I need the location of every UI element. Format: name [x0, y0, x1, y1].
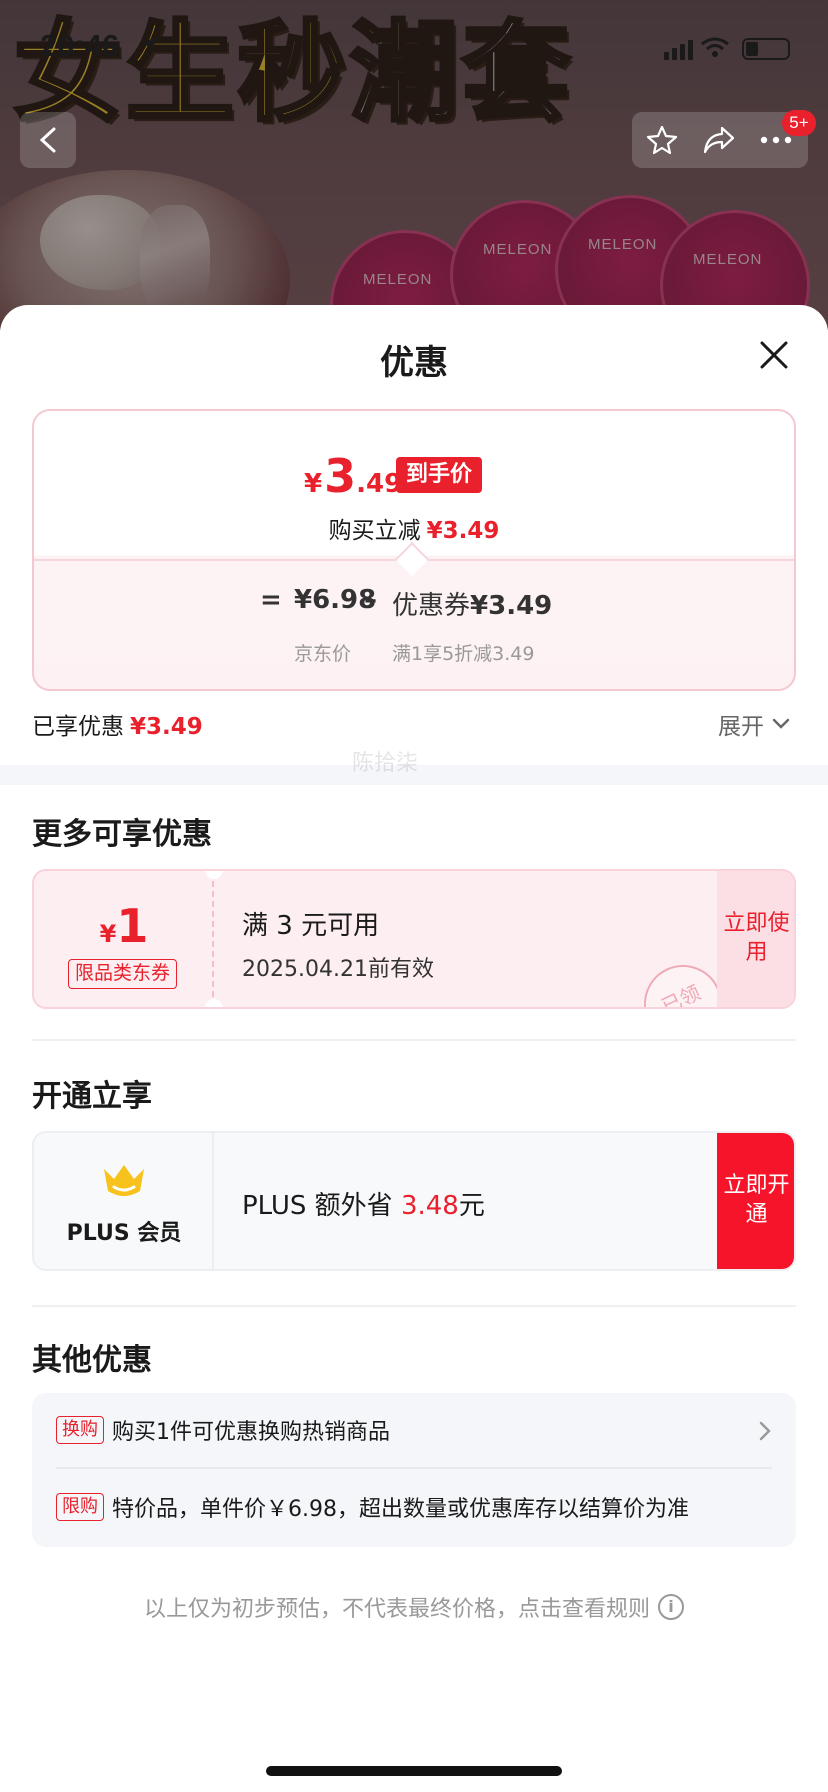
- equals-sign: =: [260, 585, 282, 615]
- coupon-amount: ¥1: [99, 899, 149, 953]
- footnote-text: 以上仅为初步预估，不代表最终价格，点击查看规则: [143, 1597, 650, 1622]
- enjoyed-discount: 已享优惠 ¥3.49: [32, 714, 203, 740]
- status-time: 20:46: [40, 28, 120, 63]
- battery-icon: [742, 38, 790, 60]
- expand-label: 展开: [718, 714, 764, 740]
- sheet-title: 优惠: [380, 343, 448, 383]
- offer-text: 特价品，单件价￥6.98，超出数量或优惠库存以结算价为准: [112, 1497, 689, 1522]
- location-arrow-icon: [140, 36, 158, 54]
- wifi-icon: [701, 37, 729, 57]
- final-price-card: ¥3.49 到手价 购买立减 ¥3.49 = ¥6.98 – 优惠券¥3.49 京…: [32, 409, 796, 691]
- expand-button[interactable]: 展开: [718, 707, 790, 741]
- more-icon[interactable]: [760, 136, 792, 144]
- divider: [32, 1305, 796, 1307]
- crown-icon: [104, 1165, 144, 1196]
- divider-notch: [395, 542, 429, 576]
- final-price-tag: 到手价: [396, 457, 483, 493]
- discount-sheet: 优惠 ¥3.49 到手价 购买立减 ¥3.49 = ¥6.98 – 优惠券¥3.4…: [0, 305, 828, 1792]
- coupon-value-area: ¥1 限品类东券: [34, 871, 214, 1007]
- open-plus-button[interactable]: 立即开通: [717, 1133, 794, 1269]
- plus-badge-area: PLUS 会员: [34, 1133, 214, 1269]
- chevron-down-icon: [772, 718, 790, 729]
- share-icon[interactable]: [702, 124, 736, 156]
- list-item[interactable]: 换购 购买1件可优惠换购热销商品: [56, 1393, 772, 1469]
- divider: [32, 1039, 796, 1041]
- other-offers-title: 其他优惠: [32, 1343, 152, 1378]
- message-count-badge: 5+: [782, 110, 816, 136]
- final-price: ¥3.49: [304, 449, 403, 503]
- back-button[interactable]: [20, 112, 76, 168]
- coupon-cut: [205, 999, 223, 1007]
- close-icon[interactable]: [756, 337, 792, 373]
- coupon-card: ¥1 限品类东券 满 3 元可用 2025.04.21前有效 已领 立即使用: [32, 869, 796, 1009]
- offer-tag: 换购: [56, 1416, 104, 1444]
- jd-price-label: 京东价: [294, 643, 352, 665]
- offer-text: 购买1件可优惠换购热销商品: [112, 1420, 390, 1445]
- plus-savings: PLUS 额外省 3.48元: [242, 1191, 485, 1221]
- price-rules-link[interactable]: 以上仅为初步预估，不代表最终价格，点击查看规则 i: [0, 1591, 828, 1623]
- watermark: 陈拾柒: [352, 751, 419, 776]
- coupon-validity: 2025.04.21前有效: [242, 957, 434, 982]
- coupon-condition: 满 3 元可用: [242, 911, 380, 941]
- status-bar: 20:46: [0, 0, 828, 100]
- back-icon: [39, 127, 56, 153]
- home-indicator[interactable]: [266, 1766, 562, 1776]
- coupon-category: 限品类东券: [68, 959, 178, 989]
- star-icon[interactable]: [646, 124, 678, 156]
- chevron-right-icon: [759, 1421, 771, 1441]
- plus-card: PLUS 会员 PLUS 额外省 3.48元 立即开通: [32, 1131, 796, 1271]
- coupon-desc: 满1享5折减3.49: [392, 643, 535, 665]
- other-offers-list: 换购 购买1件可优惠换购热销商品 限购 特价品，单件价￥6.98，超出数量或优惠…: [32, 1393, 796, 1547]
- more-offers-title: 更多可享优惠: [32, 817, 212, 852]
- offer-tag: 限购: [56, 1493, 104, 1521]
- use-coupon-button[interactable]: 立即使用: [717, 871, 794, 1007]
- list-item: 限购 特价品，单件价￥6.98，超出数量或优惠库存以结算价为准: [56, 1469, 772, 1545]
- info-icon: i: [658, 1594, 684, 1620]
- membership-title: 开通立享: [32, 1079, 152, 1114]
- coupon-deduction: 优惠券¥3.49: [392, 591, 553, 621]
- minus-sign: –: [364, 585, 377, 615]
- instant-reduction: 购买立减 ¥3.49: [328, 518, 500, 544]
- plus-name: PLUS 会员: [66, 1221, 182, 1246]
- signal-icon: [664, 40, 693, 60]
